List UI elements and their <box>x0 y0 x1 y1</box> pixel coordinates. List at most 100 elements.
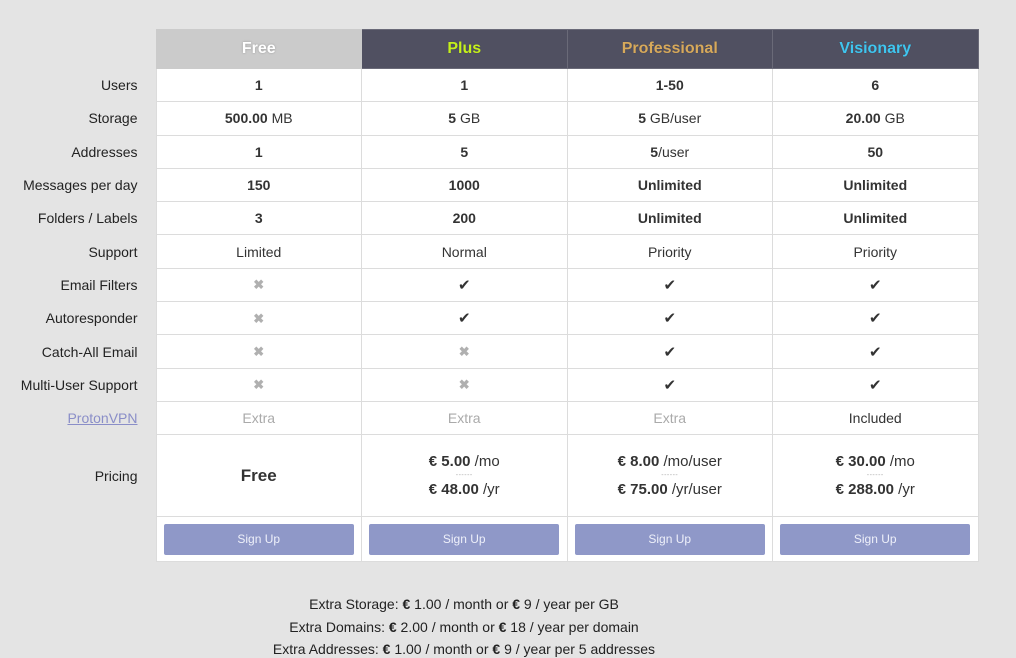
cell-filters-visionary: ✔ <box>772 267 979 303</box>
cell-folders-free: 3 <box>155 201 362 236</box>
x-icon: ✖ <box>253 344 265 360</box>
row-label-addresses: Addresses <box>0 135 156 169</box>
signup-button-free[interactable]: Sign Up <box>163 523 354 555</box>
signup-cell-professional: Sign Up <box>566 516 773 563</box>
row-protonvpn: ProtonVPN Extra Extra Extra Included <box>0 400 979 436</box>
cell-addresses-professional: 5/user <box>566 134 773 169</box>
row-messages-per-day: Messages per day 150 1000 Unlimited Unli… <box>0 167 979 203</box>
extra-label: Extra Storage: <box>309 596 403 612</box>
plan-header-row: Free Plus Professional Visionary <box>0 29 979 69</box>
row-signup: Sign Up Sign Up Sign Up Sign Up <box>0 516 979 563</box>
price-plus: € 5.00 /mo ------ € 48.00 /yr <box>361 434 568 518</box>
addresses-unit: /user <box>658 143 690 160</box>
price-visionary: € 30.00 /mo ------ € 288.00 /yr <box>772 434 979 518</box>
cell-users-free: 1 <box>155 67 362 103</box>
price-professional-yearly: € 75.00 /yr/user <box>568 480 773 500</box>
price-unit: /yr/user <box>667 480 722 498</box>
cell-autoresponder-plus: ✔ <box>361 301 568 336</box>
row-label-folders: Folders / Labels <box>0 201 156 235</box>
cell-catchall-professional: ✔ <box>566 334 773 369</box>
price-free-label: Free <box>240 465 277 485</box>
price-unit: /yr <box>478 480 500 498</box>
cell-autoresponder-free: ✖ <box>155 301 362 336</box>
check-icon: ✔ <box>663 376 677 394</box>
price-unit: /mo <box>885 452 915 470</box>
extra-addresses-line: Extra Addresses: € 1.00 / month or € 9 /… <box>0 638 928 658</box>
plan-header-professional: Professional <box>566 29 773 69</box>
price-visionary-monthly: € 30.00 /mo <box>773 452 978 472</box>
cell-multiuser-visionary: ✔ <box>772 367 979 402</box>
euro-symbol: € <box>512 596 521 612</box>
cell-filters-plus: ✔ <box>361 267 568 303</box>
cell-multiuser-free: ✖ <box>155 367 362 402</box>
x-icon: ✖ <box>253 377 265 393</box>
cell-vpn-free: Extra <box>155 400 362 436</box>
extra-monthly: 2.00 / month or <box>396 618 499 635</box>
check-icon: ✔ <box>457 276 471 294</box>
extra-yearly: 18 / year per domain <box>506 618 639 635</box>
extra-label: Extra Addresses: <box>272 641 383 657</box>
header-corner <box>0 30 156 69</box>
extra-monthly: 1.00 / month or <box>410 596 513 612</box>
x-icon: ✖ <box>253 277 265 293</box>
cell-users-visionary: 6 <box>772 67 979 103</box>
storage-unit: MB <box>267 110 293 127</box>
storage-amount: 5 <box>638 110 647 127</box>
price-separator: ------ <box>866 471 884 479</box>
price-separator: ------ <box>455 471 473 479</box>
storage-unit: GB <box>880 110 905 127</box>
check-icon: ✔ <box>868 343 882 361</box>
signup-cell-free: Sign Up <box>155 516 362 563</box>
cell-folders-visionary: Unlimited <box>772 201 979 236</box>
row-email-filters: Email Filters ✖ ✔ ✔ ✔ <box>0 267 979 303</box>
cell-vpn-professional: Extra <box>566 400 773 436</box>
price-free: Free <box>155 434 362 518</box>
row-addresses: Addresses 1 5 5/user 50 <box>0 134 979 169</box>
price-professional-monthly: € 8.00 /mo/user <box>568 452 773 472</box>
check-icon: ✔ <box>663 310 677 328</box>
price-unit: /mo/user <box>659 452 722 470</box>
price-amount: € 30.00 <box>835 452 886 470</box>
signup-cell-plus: Sign Up <box>361 516 568 563</box>
cell-catchall-plus: ✖ <box>361 334 568 369</box>
extra-storage-line: Extra Storage: € 1.00 / month or € 9 / y… <box>0 593 928 616</box>
addresses-amount: 50 <box>867 143 884 160</box>
signup-button-plus[interactable]: Sign Up <box>369 523 560 555</box>
row-label-filters: Email Filters <box>0 268 156 302</box>
row-label-protonvpn: ProtonVPN <box>0 401 156 435</box>
cell-addresses-plus: 5 <box>361 134 568 169</box>
cell-addresses-visionary: 50 <box>772 134 979 169</box>
row-users: Users 1 1 1-50 6 <box>0 67 979 103</box>
signup-cell-visionary: Sign Up <box>772 516 979 563</box>
protonvpn-link[interactable]: ProtonVPN <box>67 410 137 426</box>
signup-button-professional[interactable]: Sign Up <box>574 523 765 555</box>
cell-messages-free: 150 <box>155 167 362 203</box>
cell-storage-professional: 5 GB/user <box>566 101 773 136</box>
cell-catchall-visionary: ✔ <box>772 334 979 369</box>
row-storage: Storage 500.00 MB 5 GB 5 GB/user 20.00 G… <box>0 101 979 136</box>
cell-messages-visionary: Unlimited <box>772 167 979 203</box>
extra-monthly: 1.00 / month or <box>390 641 493 657</box>
row-multi-user-support: Multi-User Support ✖ ✖ ✔ ✔ <box>0 367 979 402</box>
storage-amount: 5 <box>448 110 457 127</box>
cell-storage-free: 500.00 MB <box>155 101 362 136</box>
cell-support-free: Limited <box>155 234 362 269</box>
price-amount: € 5.00 <box>428 452 471 470</box>
row-autoresponder: Autoresponder ✖ ✔ ✔ ✔ <box>0 301 979 336</box>
cell-users-professional: 1-50 <box>566 67 773 103</box>
x-icon: ✖ <box>458 377 470 393</box>
signup-button-visionary[interactable]: Sign Up <box>780 523 971 555</box>
cell-storage-visionary: 20.00 GB <box>772 101 979 136</box>
row-support: Support Limited Normal Priority Priority <box>0 234 979 269</box>
price-amount: € 48.00 <box>428 480 479 498</box>
addresses-amount: 5 <box>650 143 659 160</box>
row-label-users: Users <box>0 68 156 102</box>
addresses-amount: 5 <box>460 143 469 160</box>
price-amount: € 75.00 <box>617 480 668 498</box>
extras-pricing-info: Extra Storage: € 1.00 / month or € 9 / y… <box>0 593 928 658</box>
price-unit: /mo <box>470 452 500 470</box>
extra-label: Extra Domains: <box>289 618 389 635</box>
check-icon: ✔ <box>868 376 882 394</box>
row-label-multiuser: Multi-User Support <box>0 368 156 402</box>
price-visionary-yearly: € 288.00 /yr <box>773 480 978 500</box>
